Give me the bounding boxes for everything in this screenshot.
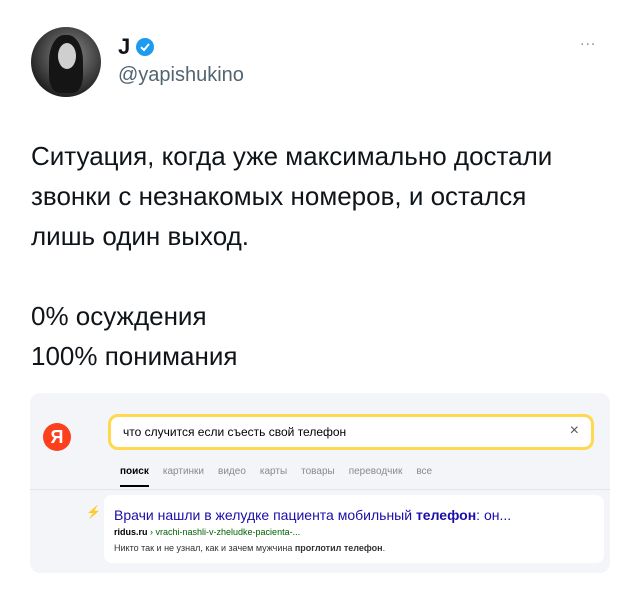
author-row: J [118,34,155,60]
tweet-image-card[interactable]: Я что случится если съесть свой телефон … [30,393,610,573]
tweet-stat-line: 100% понимания [31,341,238,371]
avatar[interactable] [31,27,101,97]
author-name[interactable]: J [118,34,130,60]
yandex-logo-icon: Я [43,423,71,451]
avatar-face [58,43,76,69]
verified-badge-icon [136,38,155,56]
search-input[interactable]: что случится если съесть свой телефон × [108,414,594,450]
tab-maps[interactable]: карты [260,466,287,477]
search-query: что случится если съесть свой телефон [123,425,347,439]
tweet-line: лишь один выход. [31,221,249,251]
result-url[interactable]: ridus.ru › vrachi-nashli-v-zheludke-paci… [114,527,300,537]
more-options-icon[interactable]: ... [580,32,596,50]
tab-products[interactable]: товары [301,466,335,477]
result-snippet: Никто так и не узнал, как и зачем мужчин… [114,543,386,553]
search-result[interactable]: Врачи нашли в желудке пациента мобильный… [104,495,604,563]
tab-search[interactable]: поиск [120,466,149,487]
tweet-text: Ситуация, когда уже максимально достали … [31,136,621,376]
tweet-line: Ситуация, когда уже максимально достали [31,141,553,171]
result-title[interactable]: Врачи нашли в желудке пациента мобильный… [114,507,511,523]
tab-translator[interactable]: переводчик [349,466,403,477]
favicon-icon: ⚡ [86,505,101,519]
clear-search-icon[interactable]: × [570,422,579,440]
tabs-divider [30,489,610,490]
tab-video[interactable]: видео [218,466,246,477]
tab-all[interactable]: все [416,466,432,477]
search-tabs: поиск картинки видео карты товары перево… [120,466,432,487]
author-handle[interactable]: @yapishukino [118,64,244,87]
tweet-line: звонки с незнакомых номеров, и остался [31,181,527,211]
tweet-stat-line: 0% осуждения [31,301,207,331]
tab-images[interactable]: картинки [163,466,204,477]
